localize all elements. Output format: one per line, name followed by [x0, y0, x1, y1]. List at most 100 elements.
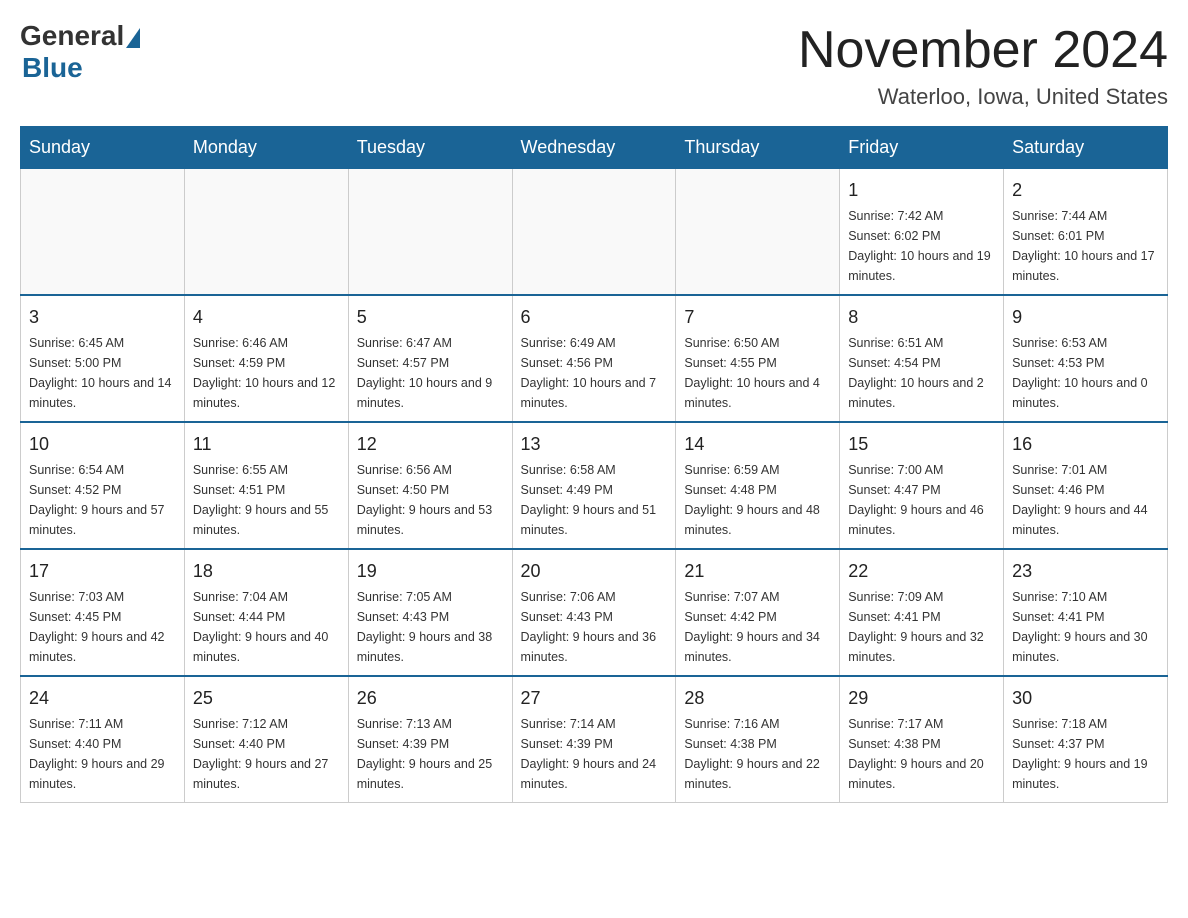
- day-info: Sunrise: 7:10 AMSunset: 4:41 PMDaylight:…: [1012, 587, 1159, 667]
- day-info: Sunrise: 7:04 AMSunset: 4:44 PMDaylight:…: [193, 587, 340, 667]
- day-info: Sunrise: 6:50 AMSunset: 4:55 PMDaylight:…: [684, 333, 831, 413]
- calendar-day-cell: 29Sunrise: 7:17 AMSunset: 4:38 PMDayligh…: [840, 676, 1004, 803]
- calendar-day-cell: [21, 169, 185, 296]
- logo-blue-text: Blue: [22, 52, 83, 84]
- day-number: 24: [29, 685, 176, 712]
- calendar-day-cell: 10Sunrise: 6:54 AMSunset: 4:52 PMDayligh…: [21, 422, 185, 549]
- day-info: Sunrise: 6:53 AMSunset: 4:53 PMDaylight:…: [1012, 333, 1159, 413]
- day-number: 4: [193, 304, 340, 331]
- calendar-day-cell: 27Sunrise: 7:14 AMSunset: 4:39 PMDayligh…: [512, 676, 676, 803]
- weekday-header-wednesday: Wednesday: [512, 127, 676, 169]
- day-number: 9: [1012, 304, 1159, 331]
- day-number: 13: [521, 431, 668, 458]
- day-number: 17: [29, 558, 176, 585]
- calendar-day-cell: 1Sunrise: 7:42 AMSunset: 6:02 PMDaylight…: [840, 169, 1004, 296]
- day-info: Sunrise: 7:01 AMSunset: 4:46 PMDaylight:…: [1012, 460, 1159, 540]
- calendar-day-cell: 9Sunrise: 6:53 AMSunset: 4:53 PMDaylight…: [1004, 295, 1168, 422]
- calendar-day-cell: [184, 169, 348, 296]
- day-info: Sunrise: 7:44 AMSunset: 6:01 PMDaylight:…: [1012, 206, 1159, 286]
- day-info: Sunrise: 7:18 AMSunset: 4:37 PMDaylight:…: [1012, 714, 1159, 794]
- day-info: Sunrise: 7:05 AMSunset: 4:43 PMDaylight:…: [357, 587, 504, 667]
- calendar-day-cell: 13Sunrise: 6:58 AMSunset: 4:49 PMDayligh…: [512, 422, 676, 549]
- calendar-day-cell: 24Sunrise: 7:11 AMSunset: 4:40 PMDayligh…: [21, 676, 185, 803]
- calendar-day-cell: [676, 169, 840, 296]
- day-number: 10: [29, 431, 176, 458]
- day-info: Sunrise: 6:46 AMSunset: 4:59 PMDaylight:…: [193, 333, 340, 413]
- day-info: Sunrise: 7:14 AMSunset: 4:39 PMDaylight:…: [521, 714, 668, 794]
- calendar-day-cell: 19Sunrise: 7:05 AMSunset: 4:43 PMDayligh…: [348, 549, 512, 676]
- calendar-day-cell: 12Sunrise: 6:56 AMSunset: 4:50 PMDayligh…: [348, 422, 512, 549]
- day-number: 16: [1012, 431, 1159, 458]
- day-info: Sunrise: 6:51 AMSunset: 4:54 PMDaylight:…: [848, 333, 995, 413]
- calendar-day-cell: 8Sunrise: 6:51 AMSunset: 4:54 PMDaylight…: [840, 295, 1004, 422]
- weekday-header-saturday: Saturday: [1004, 127, 1168, 169]
- day-info: Sunrise: 6:59 AMSunset: 4:48 PMDaylight:…: [684, 460, 831, 540]
- weekday-header-thursday: Thursday: [676, 127, 840, 169]
- day-info: Sunrise: 7:06 AMSunset: 4:43 PMDaylight:…: [521, 587, 668, 667]
- day-number: 12: [357, 431, 504, 458]
- logo-triangle-icon: [126, 28, 140, 48]
- day-info: Sunrise: 6:55 AMSunset: 4:51 PMDaylight:…: [193, 460, 340, 540]
- day-number: 3: [29, 304, 176, 331]
- day-info: Sunrise: 7:12 AMSunset: 4:40 PMDaylight:…: [193, 714, 340, 794]
- day-info: Sunrise: 6:47 AMSunset: 4:57 PMDaylight:…: [357, 333, 504, 413]
- day-number: 2: [1012, 177, 1159, 204]
- calendar-day-cell: 26Sunrise: 7:13 AMSunset: 4:39 PMDayligh…: [348, 676, 512, 803]
- logo-general-text: General: [20, 20, 124, 52]
- day-number: 11: [193, 431, 340, 458]
- calendar-week-row: 3Sunrise: 6:45 AMSunset: 5:00 PMDaylight…: [21, 295, 1168, 422]
- calendar-day-cell: 18Sunrise: 7:04 AMSunset: 4:44 PMDayligh…: [184, 549, 348, 676]
- calendar-day-cell: 7Sunrise: 6:50 AMSunset: 4:55 PMDaylight…: [676, 295, 840, 422]
- day-number: 25: [193, 685, 340, 712]
- day-number: 29: [848, 685, 995, 712]
- day-number: 8: [848, 304, 995, 331]
- calendar-day-cell: 15Sunrise: 7:00 AMSunset: 4:47 PMDayligh…: [840, 422, 1004, 549]
- day-number: 6: [521, 304, 668, 331]
- calendar-title: November 2024: [798, 20, 1168, 80]
- calendar-week-row: 17Sunrise: 7:03 AMSunset: 4:45 PMDayligh…: [21, 549, 1168, 676]
- calendar-day-cell: [512, 169, 676, 296]
- weekday-header-sunday: Sunday: [21, 127, 185, 169]
- calendar-day-cell: 14Sunrise: 6:59 AMSunset: 4:48 PMDayligh…: [676, 422, 840, 549]
- calendar-day-cell: 22Sunrise: 7:09 AMSunset: 4:41 PMDayligh…: [840, 549, 1004, 676]
- weekday-header-row: SundayMondayTuesdayWednesdayThursdayFrid…: [21, 127, 1168, 169]
- calendar-day-cell: 5Sunrise: 6:47 AMSunset: 4:57 PMDaylight…: [348, 295, 512, 422]
- calendar-day-cell: 30Sunrise: 7:18 AMSunset: 4:37 PMDayligh…: [1004, 676, 1168, 803]
- weekday-header-friday: Friday: [840, 127, 1004, 169]
- calendar-day-cell: 17Sunrise: 7:03 AMSunset: 4:45 PMDayligh…: [21, 549, 185, 676]
- calendar-day-cell: 20Sunrise: 7:06 AMSunset: 4:43 PMDayligh…: [512, 549, 676, 676]
- calendar-day-cell: 3Sunrise: 6:45 AMSunset: 5:00 PMDaylight…: [21, 295, 185, 422]
- day-number: 19: [357, 558, 504, 585]
- calendar-table: SundayMondayTuesdayWednesdayThursdayFrid…: [20, 126, 1168, 803]
- logo: General Blue: [20, 20, 140, 84]
- day-number: 5: [357, 304, 504, 331]
- weekday-header-tuesday: Tuesday: [348, 127, 512, 169]
- calendar-week-row: 1Sunrise: 7:42 AMSunset: 6:02 PMDaylight…: [21, 169, 1168, 296]
- calendar-title-area: November 2024 Waterloo, Iowa, United Sta…: [798, 20, 1168, 110]
- day-info: Sunrise: 7:09 AMSunset: 4:41 PMDaylight:…: [848, 587, 995, 667]
- day-info: Sunrise: 7:11 AMSunset: 4:40 PMDaylight:…: [29, 714, 176, 794]
- day-number: 23: [1012, 558, 1159, 585]
- calendar-week-row: 10Sunrise: 6:54 AMSunset: 4:52 PMDayligh…: [21, 422, 1168, 549]
- day-number: 28: [684, 685, 831, 712]
- day-info: Sunrise: 6:49 AMSunset: 4:56 PMDaylight:…: [521, 333, 668, 413]
- calendar-day-cell: 25Sunrise: 7:12 AMSunset: 4:40 PMDayligh…: [184, 676, 348, 803]
- day-number: 22: [848, 558, 995, 585]
- calendar-day-cell: 11Sunrise: 6:55 AMSunset: 4:51 PMDayligh…: [184, 422, 348, 549]
- calendar-week-row: 24Sunrise: 7:11 AMSunset: 4:40 PMDayligh…: [21, 676, 1168, 803]
- day-info: Sunrise: 6:56 AMSunset: 4:50 PMDaylight:…: [357, 460, 504, 540]
- day-info: Sunrise: 7:17 AMSunset: 4:38 PMDaylight:…: [848, 714, 995, 794]
- calendar-day-cell: [348, 169, 512, 296]
- day-number: 27: [521, 685, 668, 712]
- day-info: Sunrise: 7:16 AMSunset: 4:38 PMDaylight:…: [684, 714, 831, 794]
- day-number: 21: [684, 558, 831, 585]
- day-number: 18: [193, 558, 340, 585]
- calendar-subtitle: Waterloo, Iowa, United States: [798, 84, 1168, 110]
- day-number: 26: [357, 685, 504, 712]
- calendar-day-cell: 2Sunrise: 7:44 AMSunset: 6:01 PMDaylight…: [1004, 169, 1168, 296]
- calendar-day-cell: 23Sunrise: 7:10 AMSunset: 4:41 PMDayligh…: [1004, 549, 1168, 676]
- day-number: 20: [521, 558, 668, 585]
- day-number: 15: [848, 431, 995, 458]
- weekday-header-monday: Monday: [184, 127, 348, 169]
- day-info: Sunrise: 6:58 AMSunset: 4:49 PMDaylight:…: [521, 460, 668, 540]
